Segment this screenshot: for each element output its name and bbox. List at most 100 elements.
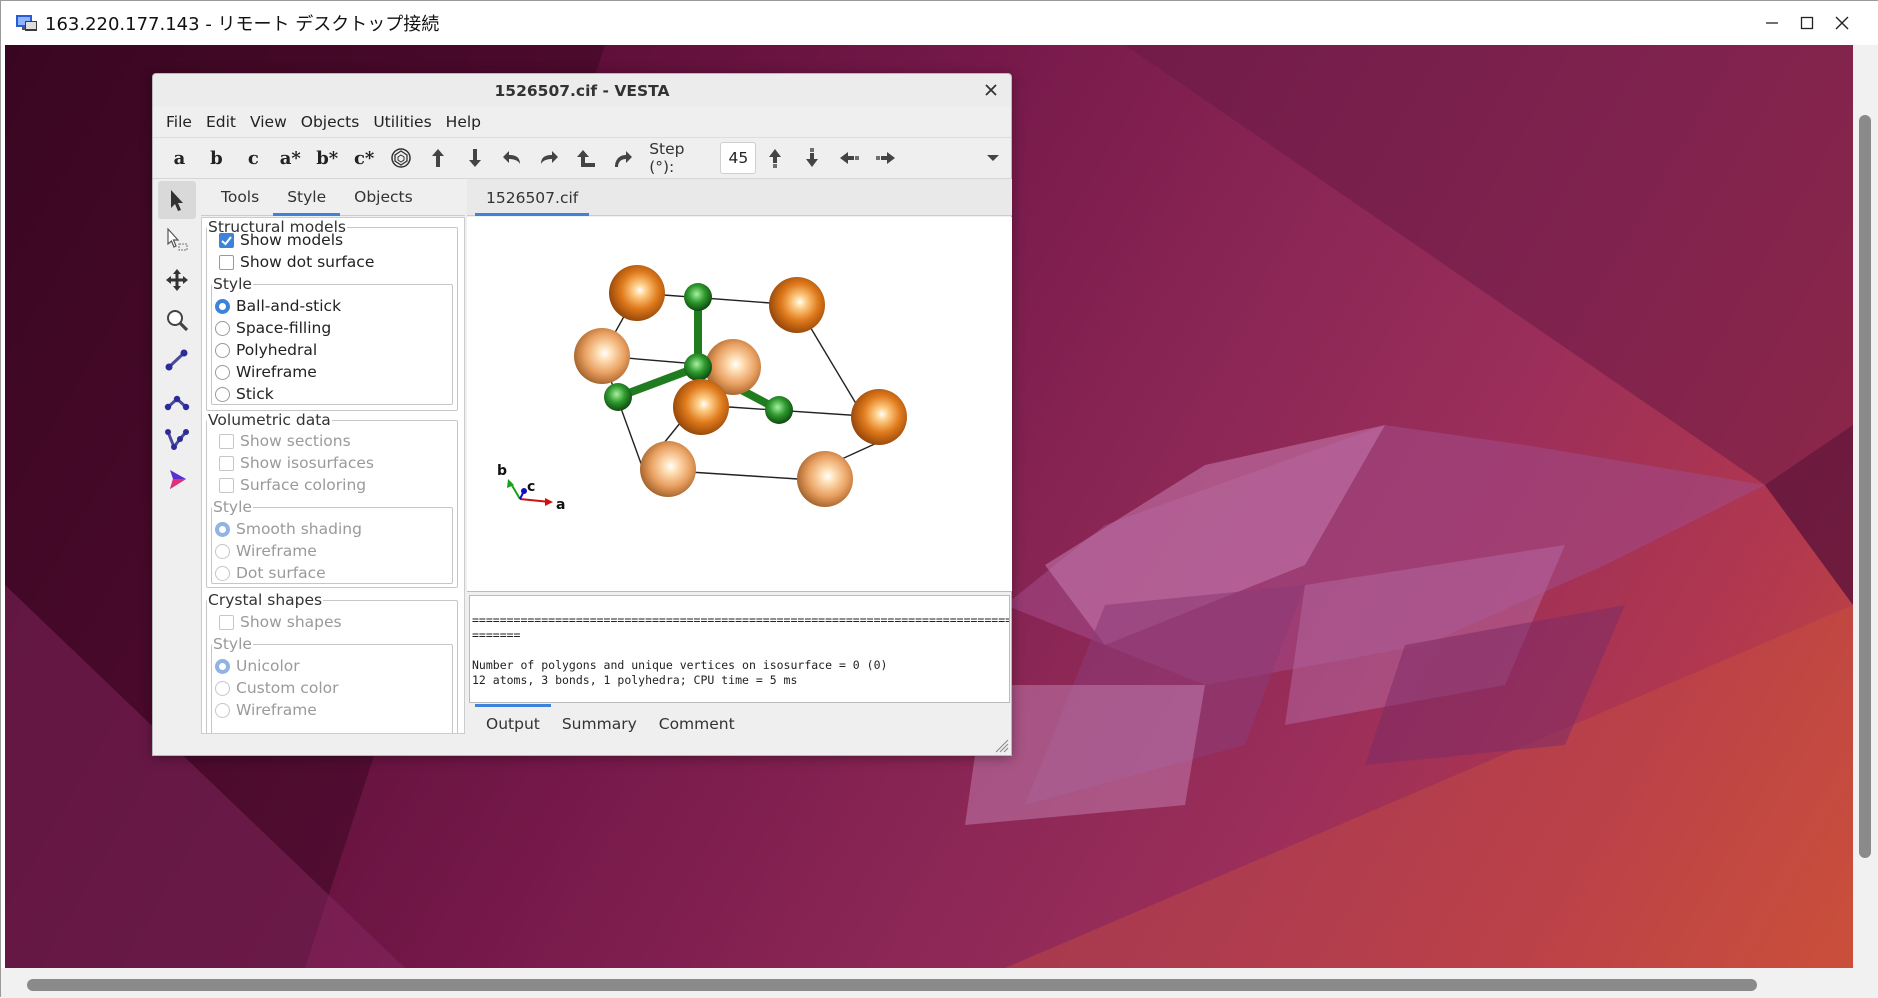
atom-green <box>604 383 632 411</box>
show-sections-checkbox[interactable]: Show sections <box>219 432 351 450</box>
show-shapes-label: Show shapes <box>240 613 342 631</box>
select-tool-button[interactable] <box>158 181 196 219</box>
tab-comment[interactable]: Comment <box>648 707 746 741</box>
remote-desktop-window: 163.220.177.143 - リモート デスクトップ接続 1526507.… <box>0 0 1878 998</box>
volumetric-wireframe-radio[interactable]: Wireframe <box>215 542 317 560</box>
output-line: ========================================… <box>472 613 1010 627</box>
tab-summary[interactable]: Summary <box>551 707 648 741</box>
menu-utilities[interactable]: Utilities <box>366 113 438 131</box>
translate-left-button[interactable] <box>830 142 867 174</box>
style-stick-radio[interactable]: Stick <box>215 385 274 403</box>
view-along-c-button[interactable]: c <box>235 142 272 174</box>
structure-viewer[interactable]: a b c <box>467 217 1012 592</box>
translate-tool-button[interactable] <box>158 261 196 299</box>
style-wireframe-radio[interactable]: Wireframe <box>215 363 317 381</box>
atom-orange <box>640 441 696 497</box>
atom-orange <box>797 451 853 507</box>
rotate-right-button[interactable] <box>530 142 567 174</box>
tab-objects[interactable]: Objects <box>340 188 427 215</box>
unicolor-radio[interactable]: Unicolor <box>215 657 300 675</box>
panel-tabs: Tools Style Objects <box>201 179 465 216</box>
menu-file[interactable]: File <box>159 113 199 131</box>
volumetric-style-legend: Style <box>213 498 252 516</box>
dihedral-tool-button[interactable] <box>158 421 196 459</box>
arrow-curve-left-icon <box>502 151 520 164</box>
rdp-title-bar[interactable]: 163.220.177.143 - リモート デスクトップ接続 <box>1 1 1878 45</box>
rotate-up-button[interactable] <box>420 142 457 174</box>
boundary-tool-button[interactable] <box>158 461 196 499</box>
smooth-shading-radio[interactable]: Smooth shading <box>215 520 362 538</box>
vertical-scrollbar-thumb[interactable] <box>1859 115 1871 858</box>
translate-right-button[interactable] <box>867 142 904 174</box>
close-icon <box>985 84 997 96</box>
toolbar-overflow-button[interactable] <box>974 142 1011 174</box>
show-shapes-checkbox[interactable]: Show shapes <box>219 613 342 631</box>
view-along-b-button[interactable]: b <box>198 142 235 174</box>
tab-output[interactable]: Output <box>475 704 551 741</box>
show-dot-surface-checkbox[interactable]: Show dot surface <box>219 253 374 271</box>
model-style-legend: Style <box>213 275 252 293</box>
tab-document-1526507[interactable]: 1526507.cif <box>475 189 590 216</box>
custom-color-label: Custom color <box>236 679 339 697</box>
tab-style[interactable]: Style <box>273 188 341 216</box>
atom-green <box>765 396 793 424</box>
horizontal-scrollbar[interactable] <box>1 968 1878 998</box>
close-window-button[interactable] <box>1807 1 1877 45</box>
radio-icon <box>215 320 230 336</box>
chevron-down-icon <box>986 155 999 161</box>
style-space-filling-radio[interactable]: Space-filling <box>215 319 331 337</box>
tab-tools[interactable]: Tools <box>207 188 273 215</box>
view-along-c-star-button[interactable]: c* <box>346 142 383 174</box>
resize-grip-icon[interactable] <box>993 737 1009 753</box>
atom-orange <box>574 328 630 384</box>
translate-up-button[interactable] <box>756 142 793 174</box>
view-along-b-star-button[interactable]: b* <box>309 142 346 174</box>
select-region-tool-button[interactable] <box>158 221 196 259</box>
crystal-style-legend: Style <box>213 635 252 653</box>
rotate-ccw-button[interactable] <box>567 142 604 174</box>
rotate-down-button[interactable] <box>457 142 494 174</box>
crystal-wireframe-radio[interactable]: Wireframe <box>215 701 317 719</box>
show-models-checkbox[interactable]: Show models <box>219 231 343 249</box>
atom-orange <box>851 389 907 445</box>
translate-down-button[interactable] <box>793 142 830 174</box>
output-console[interactable]: ========================================… <box>469 595 1010 703</box>
menu-view[interactable]: View <box>243 113 294 131</box>
menu-help[interactable]: Help <box>439 113 488 131</box>
standard-orientation-button[interactable] <box>383 142 420 174</box>
region-select-icon <box>167 227 188 251</box>
close-icon <box>1835 16 1849 30</box>
vesta-close-button[interactable] <box>981 80 1001 100</box>
menu-objects[interactable]: Objects <box>294 113 367 131</box>
menu-edit[interactable]: Edit <box>199 113 243 131</box>
view-along-a-button[interactable]: a <box>161 142 198 174</box>
radio-icon <box>215 342 230 358</box>
rotate-ccw-icon <box>576 150 595 167</box>
wireframe-label: Wireframe <box>236 363 317 381</box>
view-along-a-star-button[interactable]: a* <box>272 142 309 174</box>
angle-tool-button[interactable] <box>158 381 196 419</box>
surface-coloring-checkbox[interactable]: Surface coloring <box>219 476 366 494</box>
distance-tool-button[interactable] <box>158 341 196 379</box>
style-polyhedral-radio[interactable]: Polyhedral <box>215 341 317 359</box>
style-ball-and-stick-radio[interactable]: Ball-and-stick <box>215 297 341 315</box>
step-input[interactable]: 45 <box>720 142 757 174</box>
vesta-title-bar[interactable]: 1526507.cif - VESTA <box>153 74 1011 107</box>
show-isosurfaces-checkbox[interactable]: Show isosurfaces <box>219 454 374 472</box>
radio-selected-icon <box>215 521 230 537</box>
dot-surface-radio[interactable]: Dot surface <box>215 564 326 582</box>
atom-green <box>684 353 712 381</box>
axis-a-label: a <box>556 497 565 513</box>
horizontal-scrollbar-thumb[interactable] <box>27 979 1757 991</box>
rotate-left-button[interactable] <box>493 142 530 174</box>
polyhedron-icon <box>391 148 411 168</box>
rdp-title: 163.220.177.143 - リモート デスクトップ接続 <box>45 14 440 35</box>
checkbox-icon <box>219 254 234 270</box>
magnify-tool-button[interactable] <box>158 301 196 339</box>
volumetric-wireframe-label: Wireframe <box>236 542 317 560</box>
arrow-right-icon <box>875 152 895 164</box>
rotate-cw-button[interactable] <box>604 142 641 174</box>
vertical-scrollbar[interactable] <box>1853 45 1878 968</box>
atom-orange <box>769 277 825 333</box>
custom-color-radio[interactable]: Custom color <box>215 679 338 697</box>
